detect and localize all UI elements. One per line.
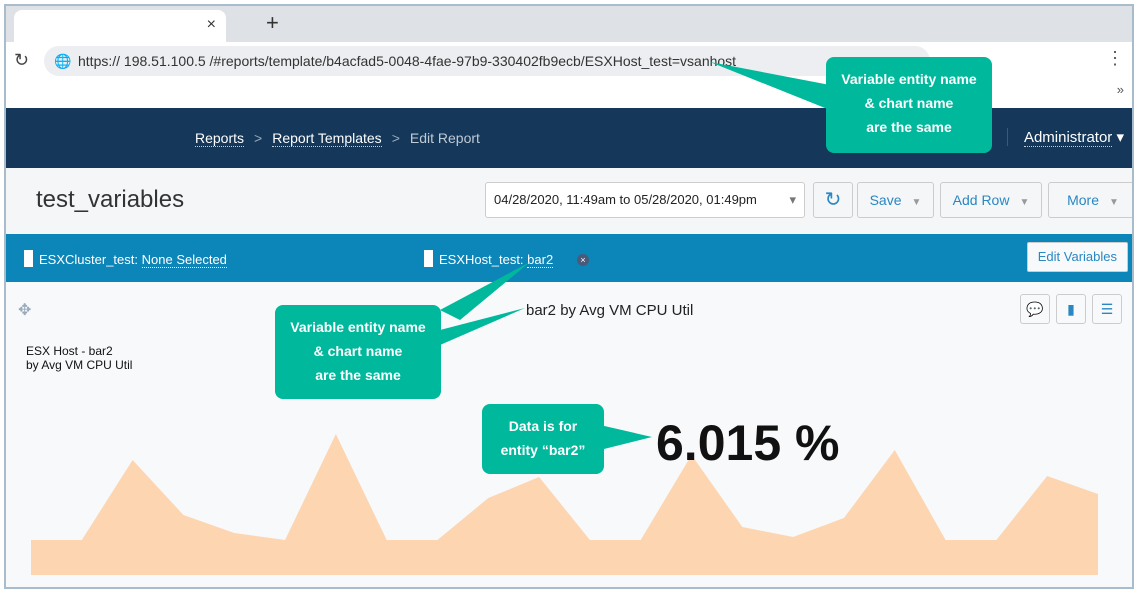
variable-value[interactable]: None Selected — [141, 252, 227, 268]
report-toolbar: test_variables 04/28/2020, 11:49am to 05… — [6, 168, 1132, 234]
bookmarks-overflow-icon[interactable]: » — [1117, 82, 1124, 97]
menu-icon[interactable]: ☰ — [1092, 294, 1122, 324]
url-text: https:// 198.51.100.5 /#reports/template… — [78, 53, 737, 69]
widget-label-line: ESX Host - bar2 — [26, 344, 113, 358]
add-row-label: Add Row — [952, 192, 1010, 208]
chevron-down-icon: ▼ — [1019, 197, 1030, 208]
widget-label-line: by Avg VM CPU Util — [26, 358, 133, 372]
variable-label: ESXCluster_test: — [39, 252, 138, 267]
server-icon — [24, 250, 33, 267]
callout-line: entity “bar2” — [500, 442, 586, 458]
date-range-value: 04/28/2020, 11:49am to 05/28/2020, 01:49… — [494, 192, 757, 207]
clear-variable-icon[interactable]: × — [577, 254, 589, 266]
variables-bar: ESXCluster_test: None Selected ESXHost_t… — [6, 234, 1132, 282]
globe-icon: 🌐 — [54, 53, 72, 69]
callout-line: Variable entity name — [841, 71, 977, 87]
add-row-button[interactable]: Add Row ▼ — [940, 182, 1042, 218]
variable-value[interactable]: bar2 — [527, 252, 554, 268]
variable-esxcluster: ESXCluster_test: None Selected — [24, 250, 227, 268]
annotation-callout: Variable entity name & chart name are the … — [826, 57, 992, 153]
annotation-callout: Variable entity name & chart name are the … — [275, 305, 441, 399]
variable-label: ESXHost_test: — [439, 252, 524, 267]
reload-icon[interactable]: ↻ — [14, 50, 29, 71]
tab-bar: × + — [6, 6, 1132, 42]
breadcrumb-report-templates[interactable]: Report Templates — [272, 130, 382, 147]
breadcrumb-current: Edit Report — [409, 130, 480, 146]
browser-tab[interactable]: × — [14, 10, 226, 42]
server-icon — [424, 250, 433, 267]
breadcrumb-reports[interactable]: Reports — [195, 130, 245, 147]
new-tab-icon[interactable]: + — [266, 10, 279, 36]
breadcrumb-separator: > — [391, 130, 400, 146]
chart-title: bar2 by Avg VM CPU Util — [526, 302, 694, 319]
user-menu[interactable]: Administrator ▾ — [1006, 128, 1124, 147]
date-range-select[interactable]: 04/28/2020, 11:49am to 05/28/2020, 01:49… — [485, 182, 805, 218]
save-button[interactable]: Save ▼ — [857, 182, 934, 218]
annotation-callout: Data is for entity “bar2” — [482, 404, 604, 474]
bar-chart-icon[interactable]: ▮ — [1056, 294, 1086, 324]
more-label: More — [1067, 192, 1099, 208]
comment-icon[interactable]: 💬 — [1020, 294, 1050, 324]
chevron-down-icon: ▼ — [1109, 197, 1119, 208]
page-title: test_variables — [36, 186, 185, 213]
callout-line: Variable entity name — [290, 319, 426, 335]
widget-label: ESX Host - bar2 by Avg VM CPU Util — [26, 344, 132, 372]
metric-value: 6.015 % — [656, 415, 840, 471]
move-handle-icon[interactable]: ✥ — [18, 300, 31, 320]
save-label: Save — [869, 192, 902, 208]
more-button[interactable]: More ▼ — [1048, 182, 1132, 218]
callout-line: are the same — [315, 367, 401, 383]
callout-line: & chart name — [864, 95, 954, 111]
refresh-button[interactable]: ↻ — [813, 182, 853, 218]
breadcrumb: Reports > Report Templates > Edit Report — [195, 130, 480, 147]
chevron-down-icon: ▾ — [789, 192, 796, 207]
callout-line: Data is for — [508, 418, 578, 434]
close-tab-icon[interactable]: × — [207, 16, 216, 34]
breadcrumb-separator: > — [254, 130, 263, 146]
user-name: Administrator — [1023, 129, 1113, 147]
variable-esxhost: ESXHost_test: bar2 — [424, 250, 554, 268]
address-bar[interactable]: 🌐 https:// 198.51.100.5 /#reports/templat… — [44, 46, 930, 76]
callout-line: are the same — [866, 119, 952, 135]
chevron-down-icon: ▼ — [911, 197, 922, 208]
browser-menu-icon[interactable]: ⋮ — [1106, 48, 1124, 69]
edit-variables-button[interactable]: Edit Variables — [1026, 242, 1128, 272]
callout-line: & chart name — [313, 343, 403, 359]
